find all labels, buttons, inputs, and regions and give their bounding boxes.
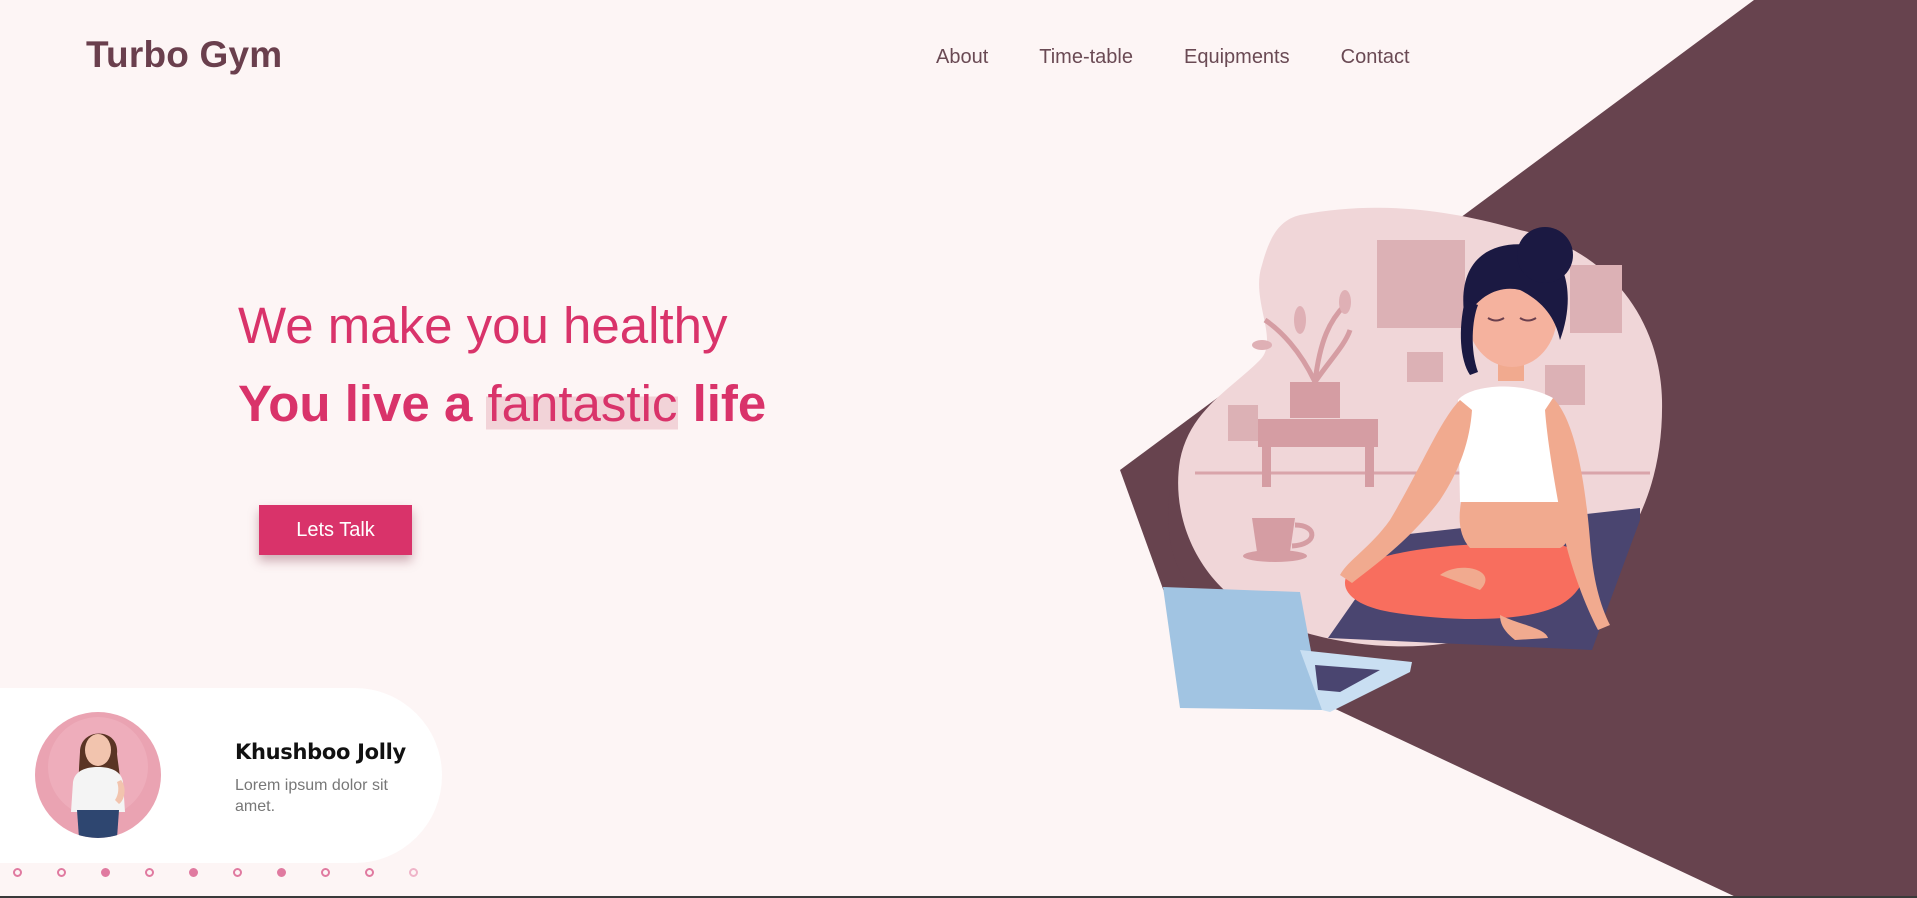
lets-talk-button[interactable]: Lets Talk (259, 505, 412, 555)
carousel-dot[interactable] (189, 868, 198, 877)
nav-timetable-link[interactable]: Time-table (1039, 46, 1133, 69)
hero-line2-suffix: life (692, 375, 767, 432)
testimonial-name: Khushboo Jolly (235, 740, 406, 764)
hero-line2-highlight: fantastic (486, 375, 679, 432)
main-nav: About Time-table Equipments Contact (936, 46, 1461, 69)
carousel-dot[interactable] (277, 868, 286, 877)
hero-heading-line2: You live a fantastic life (238, 374, 766, 433)
nav-about-link[interactable]: About (936, 46, 988, 69)
carousel-dot[interactable] (233, 868, 242, 877)
avatar-image (35, 712, 161, 838)
user-avatar-photo (35, 712, 161, 838)
testimonial-text: Lorem ipsum dolor sit amet. (235, 777, 388, 815)
carousel-dot[interactable] (365, 868, 374, 877)
carousel-dot[interactable] (13, 868, 22, 877)
nav-contact-link[interactable]: Contact (1341, 46, 1410, 69)
carousel-dot[interactable] (57, 868, 66, 877)
carousel-dot[interactable] (101, 868, 110, 877)
carousel-dots (13, 868, 453, 877)
nav-equipments-link[interactable]: Equipments (1184, 46, 1290, 69)
carousel-dot[interactable] (409, 868, 418, 877)
testimonial-card: Khushboo Jolly Lorem ipsum dolor sit ame… (0, 688, 442, 863)
brand-logo[interactable]: Turbo Gym (86, 34, 282, 76)
hero-line2-prefix: You live a (238, 375, 473, 432)
carousel-dot[interactable] (321, 868, 330, 877)
hero-heading-line1: We make you healthy (238, 297, 728, 354)
carousel-dot[interactable] (145, 868, 154, 877)
